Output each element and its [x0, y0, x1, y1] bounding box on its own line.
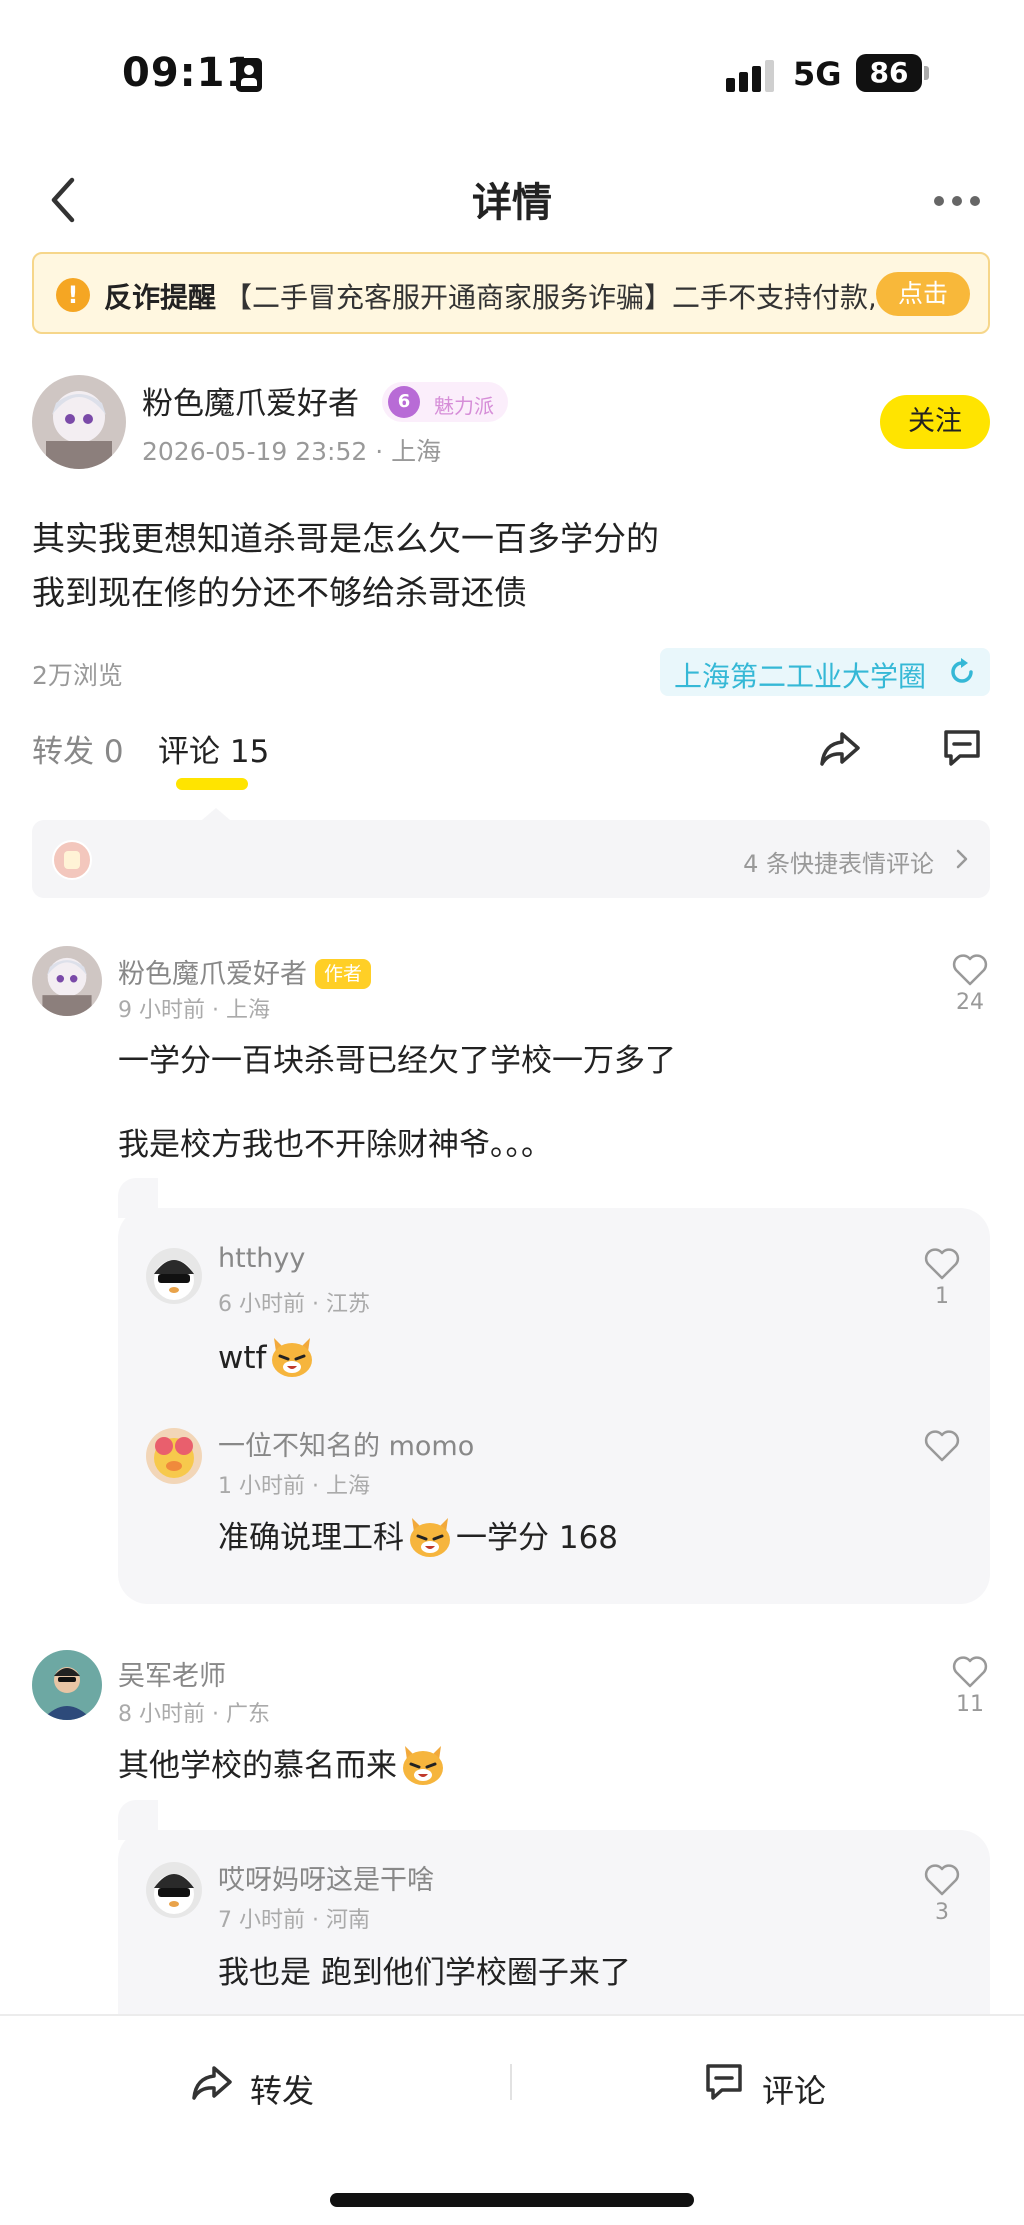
level-badge: 6 魅力派 — [382, 382, 508, 422]
reply-avatar[interactable] — [146, 1862, 202, 1918]
nav-bar: 详情 — [0, 150, 1024, 250]
heart-icon — [924, 1864, 960, 1896]
circle-tag[interactable]: 上海第二工业大学圈 — [660, 648, 990, 696]
heart-icon — [924, 1430, 960, 1462]
view-count: 2万浏览 — [32, 661, 123, 690]
reply-meta: 1 小时前 · 上海 — [218, 1474, 370, 1499]
tab-indicator — [176, 778, 248, 790]
heart-icon — [952, 1656, 988, 1688]
heart-icon — [952, 954, 988, 986]
post-meta: 2026-05-19 23:52 · 上海 — [142, 437, 442, 466]
tab-comment[interactable]: 评论 15 — [158, 726, 269, 771]
post-body-line: 其实我更想知道杀哥是怎么欠一百多学分的 — [32, 519, 659, 558]
post-author-name[interactable]: 粉色魔爪爱好者 — [142, 378, 359, 423]
comment-author-name: 粉色魔爪爱好者 — [118, 959, 307, 990]
tab-repost[interactable]: 转发 0 — [32, 726, 124, 771]
banner-text: 【二手冒充客服开通商家服务诈骗】二手不支持付款, — [224, 281, 874, 314]
post-author-avatar[interactable] — [32, 375, 126, 469]
divider — [510, 2064, 512, 2100]
like-count: 24 — [956, 990, 984, 1015]
status-bar: 09:11 5G 86 — [0, 0, 1024, 150]
comment-icon — [706, 2064, 742, 2100]
like-button[interactable]: 24 — [950, 954, 990, 1015]
anti-fraud-banner[interactable]: ! 反诈提醒 【二手冒充客服开通商家服务诈骗】二手不支持付款, 点击 — [32, 252, 990, 334]
heart-icon — [924, 1248, 960, 1280]
comment-author[interactable]: 粉色魔爪爱好者 作者 — [118, 952, 372, 991]
reply-text: 准确说理工科 一学分 168 — [218, 1514, 618, 1559]
quick-emoji-reactions[interactable]: 4 条快捷表情评论 — [32, 808, 990, 898]
reply-avatar[interactable] — [146, 1428, 202, 1484]
reply-text-content: wtf — [218, 1340, 267, 1376]
level-label: 魅力派 — [434, 394, 494, 418]
reply-avatar[interactable] — [146, 1248, 202, 1304]
share-icon — [192, 2066, 232, 2100]
follow-button[interactable]: 关注 — [880, 395, 990, 449]
reply-text: 我也是 跑到他们学校圈子来了 — [218, 1955, 631, 1991]
reply-author-name[interactable]: 哎呀妈呀这是干啥 — [218, 1858, 434, 1897]
comment-meta: 8 小时前 · 广东 — [118, 1702, 270, 1727]
page-title: 详情 — [472, 180, 552, 226]
reply-meta: 6 小时前 · 江苏 — [218, 1292, 370, 1317]
post-body-line: 我到现在修的分还不够给杀哥还债 — [32, 573, 527, 612]
author-tag: 作者 — [315, 959, 372, 989]
level-icon: 6 — [388, 386, 420, 418]
like-button[interactable] — [922, 1430, 962, 1462]
comment-icon[interactable] — [940, 726, 984, 770]
circle-arrow-icon — [951, 658, 973, 683]
like-count: 1 — [935, 1284, 949, 1309]
more-icon[interactable] — [930, 186, 984, 216]
tiger-emoji-icon — [272, 1338, 313, 1377]
battery-cap — [924, 66, 929, 80]
comment-text: 其他学校的慕名而来 — [118, 1742, 449, 1787]
network-type: 5G — [793, 55, 842, 93]
banner-title: 反诈提醒 — [104, 281, 217, 314]
battery-icon: 86 — [856, 54, 922, 92]
comment-author-name[interactable]: 吴军老师 — [118, 1654, 226, 1693]
share-icon[interactable] — [818, 726, 862, 770]
reply-author-name[interactable]: htthyy — [218, 1243, 305, 1274]
comment-text-content: 其他学校的慕名而来 — [118, 1748, 397, 1784]
comment-text: 我是校方我也不开除财神爷。。。 — [118, 1127, 552, 1163]
post-body: 其实我更想知道杀哥是怎么欠一百多学分的 我到现在修的分还不够给杀哥还债 — [32, 512, 992, 620]
reply-meta: 7 小时前 · 河南 — [218, 1908, 370, 1933]
like-button[interactable]: 3 — [922, 1864, 962, 1925]
bottom-comment-label: 评论 — [762, 2072, 827, 2110]
bottom-repost-button[interactable]: 转发 — [190, 2060, 314, 2110]
home-indicator — [330, 2193, 694, 2207]
reaction-avatar — [52, 840, 92, 880]
status-time: 09:11 — [122, 50, 255, 96]
reply-text-content: 准确说理工科 — [218, 1520, 404, 1556]
circle-name: 上海第二工业大学圈 — [674, 660, 927, 693]
chevron-right-icon — [956, 849, 968, 869]
warning-icon: ! — [56, 278, 90, 312]
id-card-icon — [236, 58, 262, 92]
like-button[interactable]: 11 — [950, 1656, 990, 1717]
tiger-emoji-icon — [410, 1518, 450, 1557]
bottom-comment-button[interactable]: 评论 — [702, 2060, 826, 2110]
like-count: 3 — [935, 1900, 949, 1925]
comment-text: 一学分一百块杀哥已经欠了学校一万多了 — [118, 1043, 676, 1079]
comment-avatar[interactable] — [32, 1650, 102, 1720]
bottom-repost-label: 转发 — [250, 2072, 315, 2110]
like-count: 11 — [956, 1692, 984, 1717]
banner-click-button[interactable]: 点击 — [876, 272, 970, 316]
reply-text: wtf — [218, 1334, 318, 1379]
comment-avatar[interactable] — [32, 946, 102, 1016]
reply-text-content: 一学分 168 — [456, 1520, 619, 1556]
reactions-count: 4 条快捷表情评论 — [743, 850, 934, 878]
comment-meta: 9 小时前 · 上海 — [118, 998, 270, 1023]
tiger-emoji-icon — [403, 1746, 443, 1785]
like-button[interactable]: 1 — [922, 1248, 962, 1309]
reply-author-name[interactable]: 一位不知名的 momo — [218, 1424, 474, 1463]
signal-icon — [726, 60, 776, 92]
